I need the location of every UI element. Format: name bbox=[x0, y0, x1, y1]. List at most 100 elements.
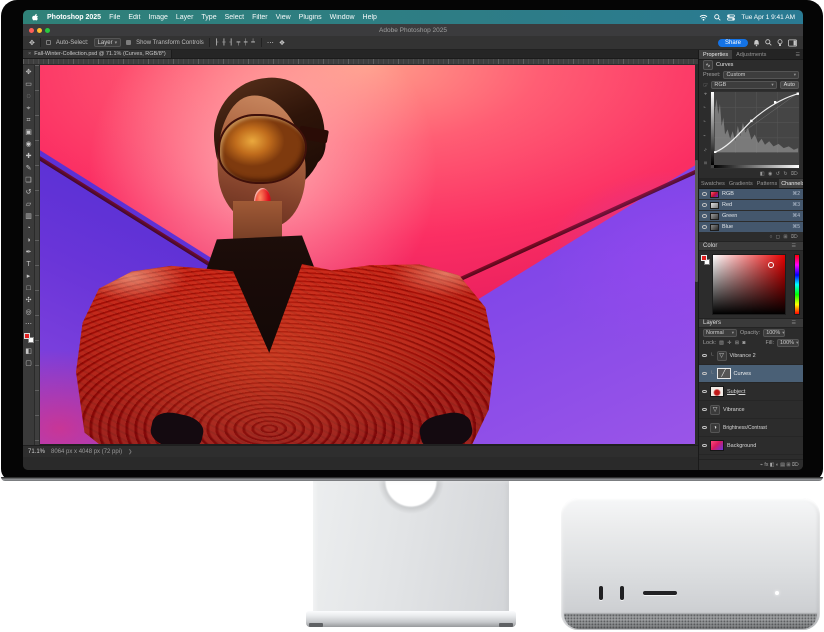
panel-layout-icon[interactable] bbox=[788, 39, 797, 47]
menu-view[interactable]: View bbox=[276, 14, 291, 21]
hue-slider[interactable] bbox=[794, 254, 800, 315]
menu-file[interactable]: File bbox=[109, 14, 120, 21]
edit-toolbar-icon[interactable]: ⋯ bbox=[25, 319, 32, 331]
layer-row-brightness-contrast[interactable]: ◑ Brightness/Contrast bbox=[699, 419, 803, 437]
channel-row-red[interactable]: Red ⌘3 bbox=[699, 200, 803, 211]
tool-type-icon[interactable]: T bbox=[26, 259, 30, 271]
channel-row-green[interactable]: Green ⌘4 bbox=[699, 211, 803, 222]
channel-dropdown[interactable]: RGB bbox=[711, 81, 776, 89]
menu-type[interactable]: Type bbox=[201, 14, 216, 21]
auto-button[interactable]: Auto bbox=[780, 81, 799, 89]
color-swatch-pair[interactable] bbox=[701, 255, 711, 267]
layer-row-vibrance-2[interactable]: └ ▽ Vibrance 2 bbox=[699, 347, 803, 365]
tool-pen-icon[interactable]: ✒ bbox=[26, 247, 32, 259]
tab-channels[interactable]: Channels bbox=[779, 179, 803, 188]
tool-shape-icon[interactable]: □ bbox=[26, 283, 30, 295]
tab-patterns[interactable]: Patterns bbox=[755, 179, 779, 188]
menu-clock[interactable]: Tue Apr 1 9:41 AM bbox=[741, 14, 795, 21]
curves-tool-icons[interactable]: ⌖ ⌁ ⌁ ⌁ ∿ ≋ bbox=[701, 91, 709, 169]
tool-eyedropper-icon[interactable]: ◉ bbox=[25, 139, 31, 151]
menu-image[interactable]: Image bbox=[148, 14, 167, 21]
tab-properties[interactable]: Properties bbox=[699, 50, 732, 59]
foreground-color-swatch[interactable] bbox=[24, 333, 30, 339]
tool-frame-icon[interactable]: ▣ bbox=[25, 127, 32, 139]
document-canvas[interactable] bbox=[40, 65, 698, 445]
tool-eraser-icon[interactable]: ▱ bbox=[26, 199, 31, 211]
layer-row-curves[interactable]: └ ╱ Curves bbox=[699, 365, 803, 383]
tool-history-brush-icon[interactable]: ↺ bbox=[26, 187, 32, 199]
tool-hand-icon[interactable]: ✣ bbox=[26, 295, 32, 307]
visibility-eye-icon[interactable] bbox=[702, 192, 707, 196]
preset-dropdown[interactable]: Custom bbox=[723, 71, 799, 79]
visibility-eye-icon[interactable] bbox=[702, 354, 707, 358]
notifications-bell-icon[interactable] bbox=[753, 39, 760, 47]
visibility-eye-icon[interactable] bbox=[702, 408, 707, 412]
curves-layer-thumbnail[interactable]: ╱ bbox=[717, 368, 731, 379]
menu-plugins[interactable]: Plugins bbox=[299, 14, 322, 21]
show-transform-checkbox[interactable] bbox=[126, 40, 131, 45]
channel-row-blue[interactable]: Blue ⌘5 bbox=[699, 222, 803, 233]
visibility-eye-icon[interactable] bbox=[702, 214, 707, 218]
auto-select-checkbox[interactable] bbox=[46, 40, 51, 45]
status-chevron-icon[interactable]: ❯ bbox=[128, 449, 132, 455]
menu-select[interactable]: Select bbox=[225, 14, 244, 21]
visibility-eye-icon[interactable] bbox=[702, 203, 707, 207]
tool-object-selection-icon[interactable]: ⌖ bbox=[27, 103, 31, 115]
menu-layer[interactable]: Layer bbox=[176, 14, 194, 21]
close-tab-icon[interactable]: × bbox=[28, 51, 31, 57]
control-center-icon[interactable] bbox=[727, 14, 735, 21]
tab-adjustments[interactable]: Adjustments bbox=[732, 50, 770, 59]
fill-dropdown[interactable]: 100% bbox=[777, 339, 799, 347]
search-icon[interactable] bbox=[765, 39, 772, 46]
auto-select-target-dropdown[interactable]: Layer bbox=[94, 38, 122, 47]
blend-mode-dropdown[interactable]: Normal bbox=[703, 329, 737, 337]
tool-zoom-icon[interactable]: ◎ bbox=[25, 307, 31, 319]
layers-footer-icons[interactable]: ⌁ fx ◧ ◐ ▤ ⊞ ⌦ bbox=[699, 459, 803, 470]
channels-footer-icons[interactable]: ○ ◻ ⊞ ⌦ bbox=[699, 233, 803, 242]
tool-gradient-icon[interactable]: ▥ bbox=[25, 211, 32, 223]
menu-app-name[interactable]: Photoshop 2025 bbox=[47, 14, 101, 21]
saturation-brightness-field[interactable] bbox=[712, 254, 786, 315]
visibility-eye-icon[interactable] bbox=[702, 225, 707, 229]
panel-menu-icon[interactable]: ☰ bbox=[789, 320, 799, 326]
wifi-icon[interactable] bbox=[699, 14, 708, 21]
tool-move-icon[interactable]: ✥ bbox=[26, 67, 32, 79]
menu-help[interactable]: Help bbox=[363, 14, 377, 21]
zoom-level-field[interactable]: 71.1% bbox=[28, 449, 45, 455]
tool-path-selection-icon[interactable]: ▸ bbox=[27, 271, 31, 283]
lock-icons[interactable]: ▨ ✛ ⊞ ◙ bbox=[719, 340, 746, 346]
layer-row-background[interactable]: Background bbox=[699, 437, 803, 455]
visibility-eye-icon[interactable] bbox=[702, 426, 707, 430]
color-picker-ring[interactable] bbox=[768, 262, 774, 268]
tool-marquee-icon[interactable]: ▭ bbox=[25, 79, 32, 91]
active-tool-icon[interactable]: ✥ bbox=[29, 39, 35, 47]
quick-mask-icon[interactable]: ◧ bbox=[25, 346, 32, 358]
tool-blur-icon[interactable]: ◔ bbox=[26, 223, 30, 235]
document-tab[interactable]: × Fall-Winter-Collection.psd @ 71.1% (Cu… bbox=[23, 50, 172, 58]
visibility-eye-icon[interactable] bbox=[702, 372, 707, 376]
background-layer-thumbnail[interactable] bbox=[710, 440, 724, 451]
opacity-dropdown[interactable]: 100% bbox=[763, 329, 785, 337]
visibility-eye-icon[interactable] bbox=[702, 444, 707, 448]
curves-graph[interactable] bbox=[710, 91, 800, 169]
panel-menu-icon[interactable]: ☰ bbox=[793, 50, 803, 59]
menu-filter[interactable]: Filter bbox=[252, 14, 268, 21]
visibility-eye-icon[interactable] bbox=[702, 390, 707, 394]
share-button[interactable]: Share bbox=[718, 39, 748, 47]
tab-swatches[interactable]: Swatches bbox=[699, 179, 727, 188]
screen-mode-icon[interactable]: ▢ bbox=[25, 358, 32, 370]
subject-layer-thumbnail[interactable] bbox=[710, 386, 724, 397]
tab-gradients[interactable]: Gradients bbox=[727, 179, 755, 188]
curves-plot[interactable] bbox=[714, 92, 799, 153]
targeted-adjustment-icon[interactable]: ☞ bbox=[703, 82, 708, 89]
align-distribute-icons[interactable]: ┠ ╂ ┨ ┯ ┿ ┷ bbox=[215, 39, 256, 46]
spotlight-search-icon[interactable] bbox=[714, 14, 721, 21]
menu-edit[interactable]: Edit bbox=[128, 14, 140, 21]
tool-crop-icon[interactable]: ⌗ bbox=[27, 115, 31, 127]
tool-lasso-icon[interactable]: ◌ bbox=[26, 91, 30, 103]
workspace-icon[interactable]: ❖ bbox=[279, 39, 285, 47]
layer-row-subject[interactable]: Subject bbox=[699, 383, 803, 401]
menu-window[interactable]: Window bbox=[330, 14, 355, 21]
more-options-icon[interactable]: ⋯ bbox=[267, 39, 274, 47]
panel-menu-icon[interactable]: ☰ bbox=[789, 243, 799, 249]
